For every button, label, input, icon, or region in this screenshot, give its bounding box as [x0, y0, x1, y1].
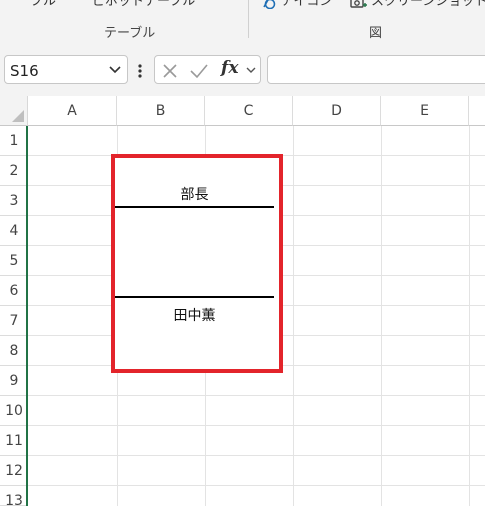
group-label-illustrations: 図	[369, 26, 383, 41]
row-header-11[interactable]: 11	[0, 426, 28, 456]
row-header-5[interactable]: 5	[0, 246, 28, 276]
gridline	[469, 126, 470, 506]
screenshot-label: スクリーンショット	[371, 0, 485, 9]
row-header-10[interactable]: 10	[0, 396, 28, 426]
formula-buttons: fx	[154, 55, 261, 84]
camera-icon	[350, 0, 367, 8]
gridline	[28, 455, 485, 456]
gridline	[381, 126, 382, 506]
icons-label: アイコン	[281, 0, 333, 9]
gridline	[28, 425, 485, 426]
column-header-c[interactable]: C	[205, 96, 293, 126]
row-header-9[interactable]: 9	[0, 366, 28, 396]
formula-bar-area: S16 fx	[0, 46, 485, 96]
column-header-d[interactable]: D	[293, 96, 381, 126]
row-header-13[interactable]: 13	[0, 486, 28, 509]
select-all-corner[interactable]	[0, 96, 28, 126]
more-vertical-icon[interactable]	[138, 64, 142, 78]
ribbon-item-screenshot[interactable]: スクリーンショット	[350, 0, 485, 9]
ribbon-item-table[interactable]: ブル	[30, 0, 56, 9]
shape-title-text: 部長	[180, 187, 209, 203]
row-header-accent	[26, 126, 28, 506]
shape-divider-line	[115, 206, 274, 208]
name-box-value: S16	[10, 62, 39, 80]
row-header-7[interactable]: 7	[0, 306, 28, 336]
row-header-4[interactable]: 4	[0, 216, 28, 246]
column-header-a[interactable]: A	[28, 96, 117, 126]
chevron-down-icon[interactable]	[246, 66, 256, 74]
name-box[interactable]: S16	[4, 55, 128, 84]
chevron-down-icon[interactable]	[109, 65, 121, 74]
shape-divider-line	[115, 296, 274, 298]
column-header-f-partial[interactable]	[469, 96, 485, 126]
shapes-icon	[263, 0, 276, 9]
gridline	[293, 126, 294, 506]
ribbon-item-icons[interactable]: アイコン	[262, 0, 332, 9]
group-separator	[248, 0, 249, 38]
ribbon: ブル ピボットテーブル アイコン スクリーンショット テーブル 図	[0, 0, 485, 47]
row-header-12[interactable]: 12	[0, 456, 28, 486]
cancel-icon[interactable]	[162, 63, 178, 79]
row-header-1[interactable]: 1	[0, 126, 28, 156]
shape-name-text: 田中薫	[173, 308, 216, 324]
gridline	[28, 485, 485, 486]
formula-input[interactable]	[267, 55, 485, 84]
select-all-icon	[12, 110, 24, 122]
row-header-8[interactable]: 8	[0, 336, 28, 366]
column-header-b[interactable]: B	[117, 96, 205, 126]
ribbon-item-pivot-table[interactable]: ピボットテーブル	[92, 0, 195, 9]
gridline	[28, 395, 485, 396]
column-header-e[interactable]: E	[381, 96, 469, 126]
row-header-6[interactable]: 6	[0, 276, 28, 306]
group-label-table: テーブル	[104, 26, 156, 41]
insert-function-button[interactable]: fx	[221, 58, 238, 78]
row-header-3[interactable]: 3	[0, 186, 28, 216]
row-header-2[interactable]: 2	[0, 156, 28, 186]
column-headers: A B C D E	[0, 96, 485, 126]
enter-check-icon[interactable]	[189, 63, 209, 79]
